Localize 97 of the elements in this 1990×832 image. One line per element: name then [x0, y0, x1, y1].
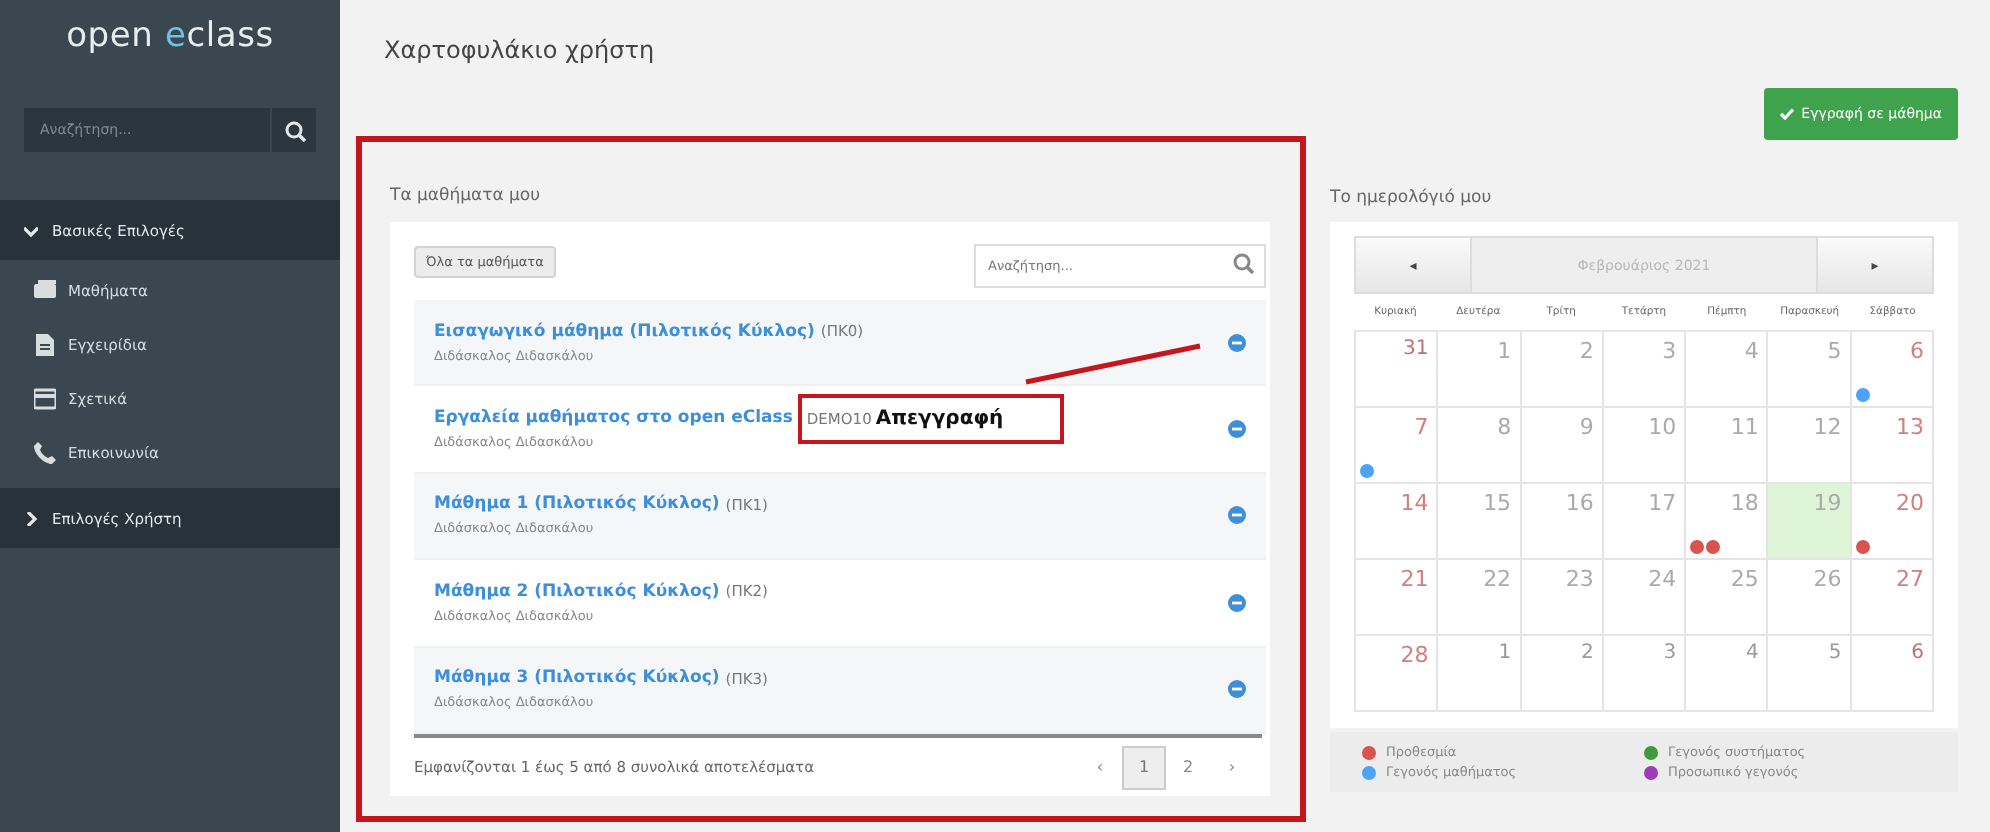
calendar-day[interactable]: 6	[1851, 332, 1934, 408]
chevron-right-icon	[24, 511, 38, 525]
day-number: 24	[1648, 566, 1677, 592]
phone-icon	[34, 442, 56, 464]
calendar-day[interactable]: 7	[1356, 408, 1439, 484]
calendar-day[interactable]: 5	[1768, 636, 1852, 712]
logo: open eclass	[64, 14, 276, 60]
calendar-day[interactable]: 16	[1521, 484, 1604, 560]
day-number: 12	[1813, 414, 1842, 440]
books-icon	[34, 280, 56, 302]
day-number: 5	[1827, 338, 1842, 364]
chevron-down-icon	[24, 223, 38, 237]
calendar-day[interactable]: 8	[1438, 408, 1522, 484]
page-button[interactable]: 1	[1122, 745, 1166, 790]
calendar-day[interactable]: 27	[1851, 560, 1934, 636]
day-number: 20	[1895, 490, 1924, 516]
day-number: 16	[1565, 490, 1594, 516]
day-number: 9	[1579, 414, 1594, 440]
day-number: 3	[1662, 338, 1677, 364]
day-number: 4	[1744, 338, 1759, 364]
day-number: 22	[1483, 566, 1512, 592]
day-number: 21	[1400, 566, 1429, 592]
calendar-day[interactable]: 5	[1768, 332, 1852, 408]
calendar-day[interactable]: 3	[1603, 332, 1687, 408]
day-number: 15	[1483, 490, 1512, 516]
calendar-day[interactable]: 23	[1521, 560, 1604, 636]
day-number: 6	[1911, 642, 1924, 664]
page-title: Χαρτοφυλάκιο χρήστη	[382, 34, 657, 68]
page-button[interactable]: 2	[1166, 745, 1210, 790]
previous-page-button[interactable]: ‹	[1078, 745, 1122, 790]
callout-text: Απεγγραφή	[875, 407, 1004, 430]
minus-circle-icon[interactable]	[1228, 420, 1246, 439]
day-number: 3	[1663, 642, 1677, 664]
calendar-day[interactable]: 19	[1768, 484, 1852, 560]
day-number: 14	[1400, 490, 1429, 516]
search-icon	[283, 119, 305, 141]
calendar-day[interactable]: 15	[1438, 484, 1522, 560]
next-page-button[interactable]: ›	[1210, 745, 1254, 790]
day-number: 1	[1498, 642, 1512, 664]
section-heading: Τα μαθήματα μου	[390, 186, 543, 206]
day-number: 23	[1565, 566, 1594, 592]
check-icon	[1779, 108, 1794, 120]
calendar-day[interactable]: 9	[1521, 408, 1604, 484]
search-icon	[1232, 251, 1254, 273]
day-number: 17	[1648, 490, 1677, 516]
minus-circle-icon[interactable]	[1228, 593, 1246, 612]
day-number: 10	[1648, 414, 1677, 440]
day-number: 1	[1497, 338, 1512, 364]
minus-circle-icon[interactable]	[1228, 680, 1246, 699]
day-number: 19	[1813, 490, 1842, 516]
day-number: 25	[1730, 566, 1759, 592]
day-number: 31	[1403, 338, 1429, 360]
calendar-day[interactable]: 4	[1686, 636, 1769, 712]
day-number: 8	[1497, 414, 1512, 440]
day-number: 2	[1580, 642, 1594, 664]
calendar-day[interactable]: 28	[1356, 636, 1439, 712]
day-number: 7	[1414, 414, 1429, 440]
day-number: 28	[1400, 642, 1429, 668]
day-number: 13	[1895, 414, 1924, 440]
calendar-day[interactable]: 20	[1851, 484, 1934, 560]
day-number: 6	[1909, 338, 1924, 364]
calendar-day[interactable]: 2	[1521, 636, 1604, 712]
day-number: 26	[1813, 566, 1842, 592]
section-heading: Το ημερολόγιό μου	[1330, 188, 1494, 208]
minus-circle-icon[interactable]	[1228, 506, 1246, 525]
course-link[interactable]: Μάθημα 1 (Πιλοτικός Κύκλος)	[434, 494, 720, 515]
card-icon	[34, 388, 56, 410]
calendar-day[interactable]: 14	[1356, 484, 1439, 560]
calendar-day[interactable]: 1	[1438, 636, 1522, 712]
calendar-day[interactable]: 26	[1768, 560, 1852, 636]
course-link[interactable]: Μάθημα 3 (Πιλοτικός Κύκλος)	[434, 668, 720, 689]
calendar-day[interactable]: 2	[1521, 332, 1604, 408]
calendar-day[interactable]: 3	[1603, 636, 1687, 712]
calendar-day[interactable]: 10	[1603, 408, 1687, 484]
calendar-day[interactable]: 13	[1851, 408, 1934, 484]
day-number: 4	[1746, 642, 1759, 664]
calendar-day[interactable]: 4	[1686, 332, 1769, 408]
calendar-day[interactable]: 25	[1686, 560, 1769, 636]
day-number: 2	[1579, 338, 1594, 364]
minus-circle-icon[interactable]	[1228, 333, 1246, 352]
calendar-day[interactable]: 21	[1356, 560, 1439, 636]
calendar-day[interactable]: 17	[1603, 484, 1687, 560]
calendar-day[interactable]: 31	[1356, 332, 1439, 408]
document-icon	[34, 334, 56, 356]
day-number: 11	[1730, 414, 1759, 440]
search-button[interactable]	[270, 108, 316, 152]
course-link[interactable]: Εργαλεία μαθήματος στο open eClass	[434, 408, 793, 429]
calendar-day[interactable]: 6	[1851, 636, 1934, 712]
calendar-day[interactable]: 1	[1438, 332, 1522, 408]
calendar-day[interactable]: 22	[1438, 560, 1522, 636]
calendar-day[interactable]: 24	[1603, 560, 1687, 636]
course-link[interactable]: Μάθημα 2 (Πιλοτικός Κύκλος)	[434, 581, 720, 602]
course-link[interactable]: Εισαγωγικό μάθημα (Πιλοτικός Κύκλος)	[434, 321, 815, 342]
calendar-day[interactable]: 11	[1686, 408, 1769, 484]
day-number: 27	[1895, 566, 1924, 592]
day-number: 18	[1730, 490, 1759, 516]
day-number: 5	[1828, 642, 1842, 664]
